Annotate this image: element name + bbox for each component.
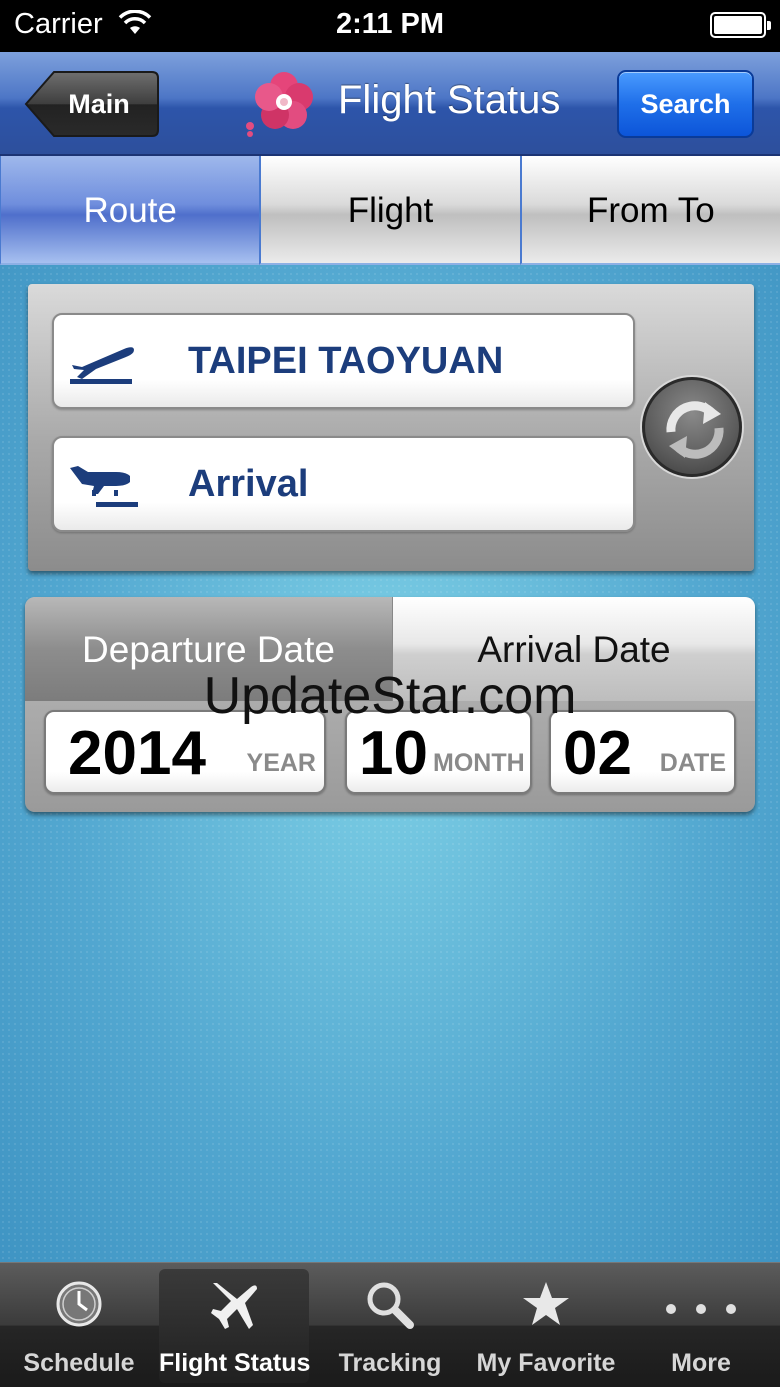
battery-icon	[710, 12, 771, 38]
page-title: Flight Status	[338, 78, 561, 122]
tab-bar-label: My Favorite	[476, 1349, 616, 1377]
more-icon	[661, 1279, 741, 1338]
swap-button[interactable]	[642, 377, 742, 477]
airport-field[interactable]: TAIPEI TAOYUAN	[52, 313, 635, 409]
tab-bar-label: Tracking	[338, 1349, 442, 1377]
back-button-label: Main	[68, 89, 130, 119]
tab-bar-tracking[interactable]: Tracking	[312, 1263, 468, 1387]
tab-bar-more[interactable]: More	[624, 1263, 778, 1387]
departure-plane-icon	[68, 337, 138, 392]
mode-tabs: Route Flight From To	[0, 156, 780, 265]
tab-bar-schedule[interactable]: Schedule	[2, 1263, 156, 1387]
airplane-icon	[207, 1279, 261, 1340]
year-value: 2014	[68, 719, 206, 788]
tab-from-to[interactable]: From To	[519, 156, 780, 265]
tab-bar-flight-status[interactable]: Flight Status	[159, 1269, 311, 1383]
status-bar: Carrier 2:11 PM	[0, 0, 780, 52]
arrival-plane-icon	[68, 460, 138, 515]
direction-value: Arrival	[188, 463, 309, 505]
direction-field[interactable]: Arrival	[52, 436, 635, 532]
search-button[interactable]: Search	[617, 70, 754, 138]
tab-bar: Schedule Flight Status Tracking My Favor…	[0, 1262, 780, 1387]
airport-value: TAIPEI TAOYUAN	[188, 340, 504, 382]
back-button[interactable]: Main	[24, 70, 160, 138]
navigation-bar: Main Flight Status Search	[0, 52, 780, 156]
tab-bar-label: Schedule	[23, 1349, 135, 1377]
star-icon	[520, 1279, 572, 1338]
route-panel: TAIPEI TAOYUAN Arrival	[28, 284, 754, 571]
tab-flight[interactable]: Flight	[259, 156, 520, 265]
year-unit: YEAR	[246, 749, 316, 777]
plum-blossom-icon	[244, 68, 320, 140]
clock-icon	[54, 1279, 104, 1336]
day-value: 02	[563, 719, 632, 788]
main-content: TAIPEI TAOYUAN Arrival Departure Date Ar…	[0, 265, 780, 1262]
tab-route[interactable]: Route	[0, 156, 260, 265]
search-icon	[364, 1279, 416, 1338]
tab-bar-my-favorite[interactable]: My Favorite	[468, 1263, 624, 1387]
watermark: UpdateStar.com	[203, 667, 577, 725]
clock: 2:11 PM	[336, 8, 444, 40]
tab-bar-label: Flight Status	[159, 1349, 311, 1377]
tab-bar-label: More	[671, 1349, 731, 1377]
month-value: 10	[359, 719, 428, 788]
day-unit: DATE	[659, 749, 726, 777]
refresh-icon	[666, 401, 724, 459]
month-unit: MONTH	[433, 749, 525, 777]
